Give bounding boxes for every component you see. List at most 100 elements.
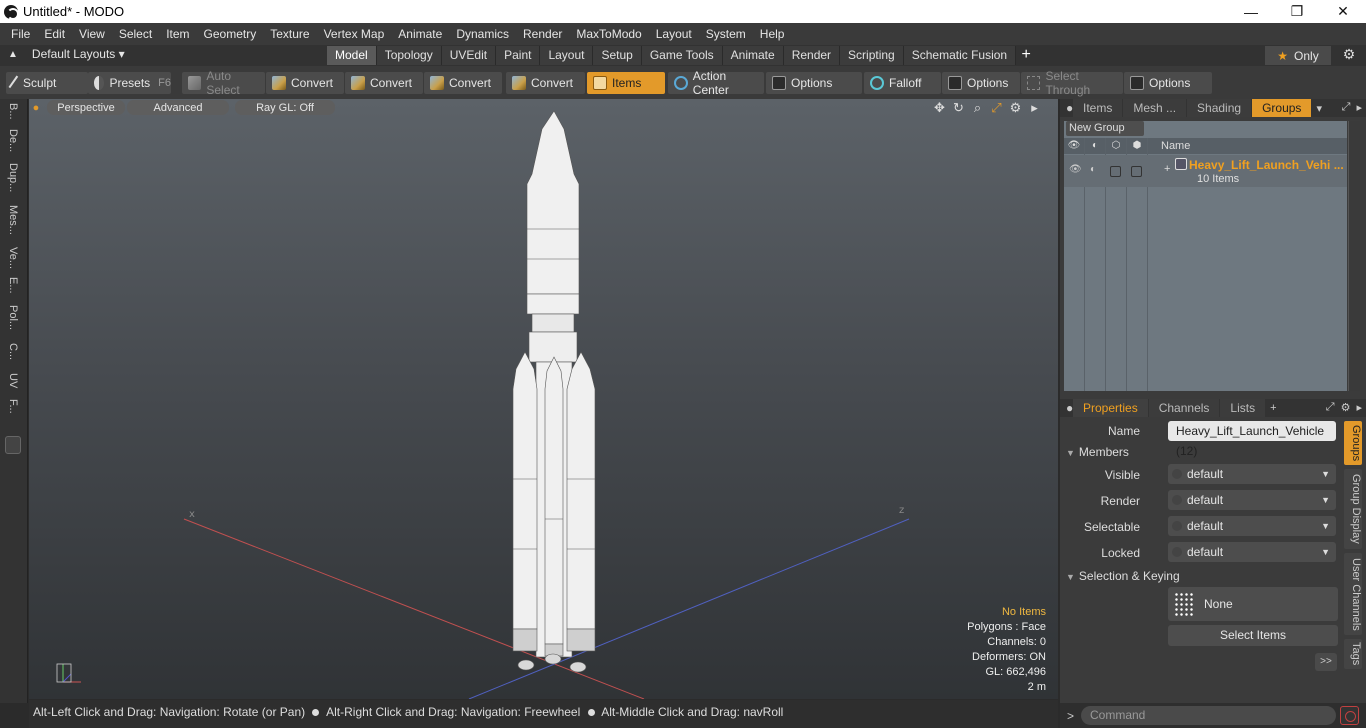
menu-texture[interactable]: Texture: [263, 27, 316, 41]
viewport-expand-icon[interactable]: ▸: [1025, 100, 1044, 116]
minimize-button[interactable]: —: [1228, 0, 1274, 23]
select-through-button[interactable]: Select Through: [1021, 69, 1123, 97]
menu-animate[interactable]: Animate: [391, 27, 449, 41]
tab-items[interactable]: Items: [1073, 99, 1123, 117]
visible-select[interactable]: default ▼: [1168, 464, 1336, 484]
convert-button-3[interactable]: Convert: [424, 72, 502, 94]
menu-system[interactable]: System: [699, 27, 753, 41]
menu-render[interactable]: Render: [516, 27, 569, 41]
tab-properties[interactable]: Properties: [1073, 399, 1148, 417]
tab-layout[interactable]: Layout: [540, 46, 594, 65]
strip-tab-duplicate[interactable]: Dup...: [5, 163, 19, 192]
new-group-button[interactable]: New Group: [1066, 121, 1144, 136]
menu-select[interactable]: Select: [112, 27, 159, 41]
advanced-tab[interactable]: Advanced: [127, 100, 229, 115]
3d-viewport[interactable]: x z ● Perspective Advanced Ray GL: Off ✥…: [29, 99, 1058, 699]
strip-toggle-button[interactable]: [5, 436, 21, 454]
menu-geometry[interactable]: Geometry: [197, 27, 264, 41]
tab-setup[interactable]: Setup: [593, 46, 642, 65]
raygl-tab[interactable]: Ray GL: Off: [235, 100, 335, 115]
tab-shading[interactable]: Shading: [1187, 99, 1252, 117]
action-options-button[interactable]: Options: [766, 72, 862, 94]
strip-tab-uv[interactable]: UV: [5, 373, 19, 388]
auto-select-button[interactable]: Auto Select: [182, 69, 265, 97]
tabs-dropdown-icon[interactable]: ▾: [1316, 102, 1322, 115]
pan-icon[interactable]: ✥: [930, 100, 949, 116]
tab-model[interactable]: Model: [327, 46, 377, 65]
add-panel-tab-button[interactable]: +: [1270, 402, 1276, 414]
menu-item[interactable]: Item: [159, 27, 196, 41]
eye-icon[interactable]: 👁: [1069, 164, 1082, 175]
lock-column-icon[interactable]: ⬢: [1130, 140, 1144, 152]
convert-button-2[interactable]: Convert: [345, 72, 423, 94]
menu-dynamics[interactable]: Dynamics: [449, 27, 516, 41]
tab-paint[interactable]: Paint: [496, 46, 541, 65]
select-options-button[interactable]: Options: [1124, 72, 1212, 94]
tab-scripting[interactable]: Scripting: [840, 46, 904, 65]
tab-groups[interactable]: Groups: [1252, 99, 1312, 117]
convert-button-1[interactable]: Convert: [266, 72, 344, 94]
command-history-icon[interactable]: >: [1067, 709, 1074, 723]
strip-tab-polygon[interactable]: Pol...: [5, 305, 19, 330]
rotate-icon[interactable]: ↻: [949, 100, 968, 116]
tab-schematic-fusion[interactable]: Schematic Fusion: [903, 46, 1017, 65]
more-button[interactable]: >>: [1315, 653, 1337, 671]
viewport-gear-icon[interactable]: ⚙: [1006, 100, 1025, 116]
group-row[interactable]: 👁 ◐ + Heavy_Lift_Launch_Vehi ... 10 Item…: [1064, 155, 1347, 187]
panel-gear-icon[interactable]: ⚙: [1341, 401, 1351, 414]
fit-icon[interactable]: ⤢: [987, 100, 1006, 116]
render-toggle-icon[interactable]: ◐: [1090, 164, 1096, 175]
items-mode-button[interactable]: Items: [587, 72, 665, 94]
select-column-icon[interactable]: ⬡: [1109, 140, 1123, 152]
name-column-header[interactable]: Name: [1161, 140, 1190, 152]
menu-maxtomodo[interactable]: MaxToModo: [569, 27, 648, 41]
tab-render[interactable]: Render: [783, 46, 841, 65]
lock-toggle-box[interactable]: [1131, 166, 1142, 177]
perspective-tab[interactable]: Perspective: [47, 100, 125, 115]
tab-topology[interactable]: Topology: [376, 46, 442, 65]
menu-help[interactable]: Help: [753, 27, 792, 41]
side-tab-tags[interactable]: Tags: [1344, 639, 1362, 669]
strip-tab-basic[interactable]: B...: [5, 103, 19, 120]
menu-layout[interactable]: Layout: [649, 27, 699, 41]
maximize-panel-icon[interactable]: ⤢: [1342, 101, 1351, 114]
maximize-button[interactable]: ❐: [1274, 0, 1320, 23]
expand-group-icon[interactable]: +: [1164, 163, 1170, 175]
panel-menu-icon-2[interactable]: ●: [1060, 399, 1073, 417]
record-macro-icon[interactable]: [1340, 706, 1359, 725]
select-toggle-box[interactable]: [1110, 166, 1121, 177]
falloff-options-button[interactable]: Options: [942, 72, 1020, 94]
side-tab-group-display[interactable]: Group Display: [1344, 469, 1362, 549]
strip-tab-fusion[interactable]: F...: [5, 399, 19, 414]
close-button[interactable]: ✕: [1320, 0, 1366, 23]
selectable-select[interactable]: default ▼: [1168, 516, 1336, 536]
render-select[interactable]: default ▼: [1168, 490, 1336, 510]
only-toggle[interactable]: ★ Only: [1265, 46, 1331, 65]
command-input[interactable]: Command: [1081, 706, 1336, 725]
action-center-button[interactable]: Action Center: [668, 69, 764, 97]
maximize-panel-icon-2[interactable]: ⤢: [1326, 401, 1335, 414]
tab-animate[interactable]: Animate: [722, 46, 784, 65]
strip-tab-mesh-edit[interactable]: Mes...: [5, 205, 19, 235]
panel-menu-icon[interactable]: ●: [1060, 99, 1073, 117]
groups-scrollbar[interactable]: [1348, 121, 1360, 391]
strip-tab-curve[interactable]: C...: [5, 343, 19, 360]
menu-view[interactable]: View: [72, 27, 112, 41]
members-section[interactable]: ▼ Members: [1066, 445, 1129, 459]
menu-file[interactable]: File: [4, 27, 37, 41]
tab-lists[interactable]: Lists: [1220, 399, 1266, 417]
select-items-button[interactable]: Select Items: [1168, 625, 1338, 646]
selection-keying-section[interactable]: ▼ Selection & Keying: [1066, 569, 1180, 583]
strip-tab-deform[interactable]: De...: [5, 129, 19, 152]
panel-expand-icon-2[interactable]: ▸: [1356, 401, 1362, 414]
tab-game-tools[interactable]: Game Tools: [641, 46, 723, 65]
panel-expand-icon[interactable]: ▸: [1356, 101, 1362, 114]
strip-tab-vertex[interactable]: Ve...: [5, 247, 19, 269]
render-column-icon[interactable]: ◐: [1088, 140, 1102, 152]
falloff-button[interactable]: Falloff: [864, 72, 941, 94]
side-tab-groups[interactable]: Groups: [1344, 421, 1362, 465]
default-layouts-dropdown[interactable]: ▲ Default Layouts ▾: [8, 47, 125, 61]
add-tab-button[interactable]: +: [1016, 46, 1036, 65]
none-button[interactable]: None: [1168, 587, 1338, 621]
strip-tab-edge[interactable]: E...: [5, 277, 19, 294]
